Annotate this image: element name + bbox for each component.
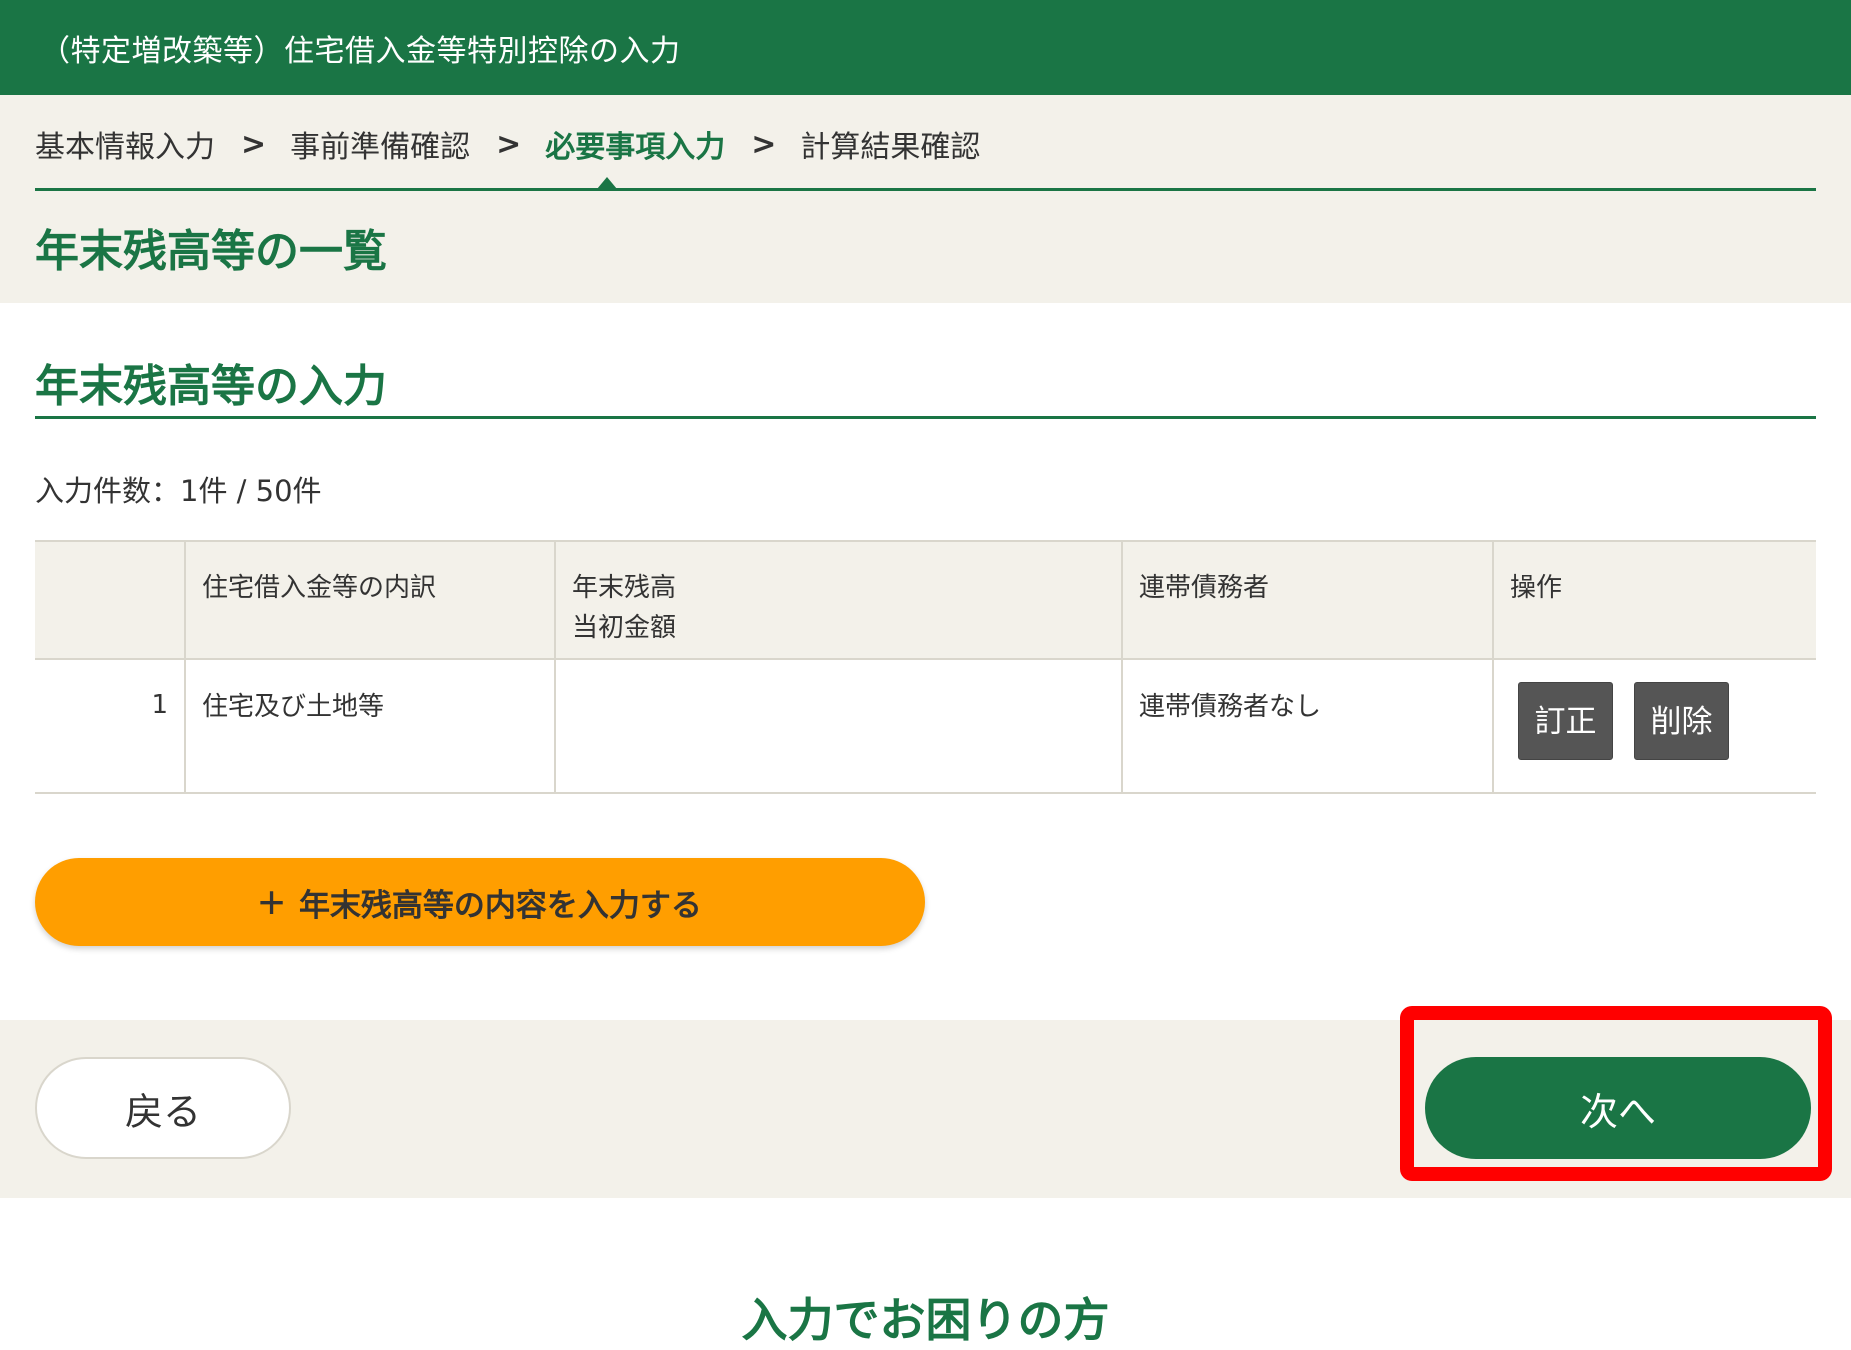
help-heading: 入力でお困りの方 (741, 1293, 1110, 1347)
step-preparation: 事前準備確認 (290, 130, 471, 165)
step-result-check: 計算結果確認 (800, 130, 981, 165)
entry-count: 入力件数：1件 / 50件 (35, 474, 322, 508)
header-year-end-balance: 年末残高 (572, 573, 677, 603)
row-operations: 訂正 削除 (1492, 658, 1816, 794)
delete-button[interactable]: 削除 (1634, 682, 1729, 760)
header-operation: 操作 (1492, 540, 1816, 660)
steps-divider (35, 188, 1816, 191)
back-button[interactable]: 戻る (35, 1057, 291, 1159)
table-row: 1 住宅及び土地等 連帯債務者なし 訂正 削除 (35, 658, 1816, 794)
page-title: 年末残高等の一覧 (35, 226, 387, 277)
step-separator: > (241, 126, 267, 162)
edit-button[interactable]: 訂正 (1518, 682, 1613, 760)
step-basic-info: 基本情報入力 (35, 130, 215, 165)
header-no (35, 540, 186, 660)
header-joint-debtor: 連帯債務者 (1121, 540, 1494, 660)
row-joint-debtor: 連帯債務者なし (1121, 658, 1494, 794)
header-bar: （特定増改築等）住宅借入金等特別控除の入力 (0, 0, 1851, 95)
row-balance (554, 658, 1123, 794)
header-title: （特定増改築等）住宅借入金等特別控除の入力 (40, 34, 681, 69)
add-balance-label: 年末残高等の内容を入力する (298, 887, 702, 923)
header-breakdown: 住宅借入金等の内訳 (184, 540, 556, 660)
breadcrumb-steps: 基本情報入力 > 事前準備確認 > 必要事項入力 > 計算結果確認 (35, 122, 980, 166)
row-number: 1 (35, 658, 186, 794)
step-required-input: 必要事項入力 (545, 130, 726, 165)
step-separator: > (751, 126, 777, 162)
header-initial-amount: 当初金額 (572, 613, 677, 643)
section-title: 年末残高等の入力 (35, 361, 387, 412)
balance-table: 住宅借入金等の内訳 年末残高 当初金額 連帯債務者 操作 1 住宅及び土地等 連… (35, 540, 1816, 794)
header-balance: 年末残高 当初金額 (554, 540, 1123, 660)
table-header-row: 住宅借入金等の内訳 年末残高 当初金額 連帯債務者 操作 (35, 540, 1816, 660)
section-divider (35, 416, 1816, 419)
next-button-highlight (1400, 1006, 1832, 1181)
add-balance-button[interactable]: + 年末残高等の内容を入力する (35, 858, 925, 946)
step-separator: > (496, 126, 522, 162)
row-breakdown: 住宅及び土地等 (184, 658, 556, 794)
current-step-marker (597, 177, 617, 189)
plus-icon: + (258, 876, 285, 928)
